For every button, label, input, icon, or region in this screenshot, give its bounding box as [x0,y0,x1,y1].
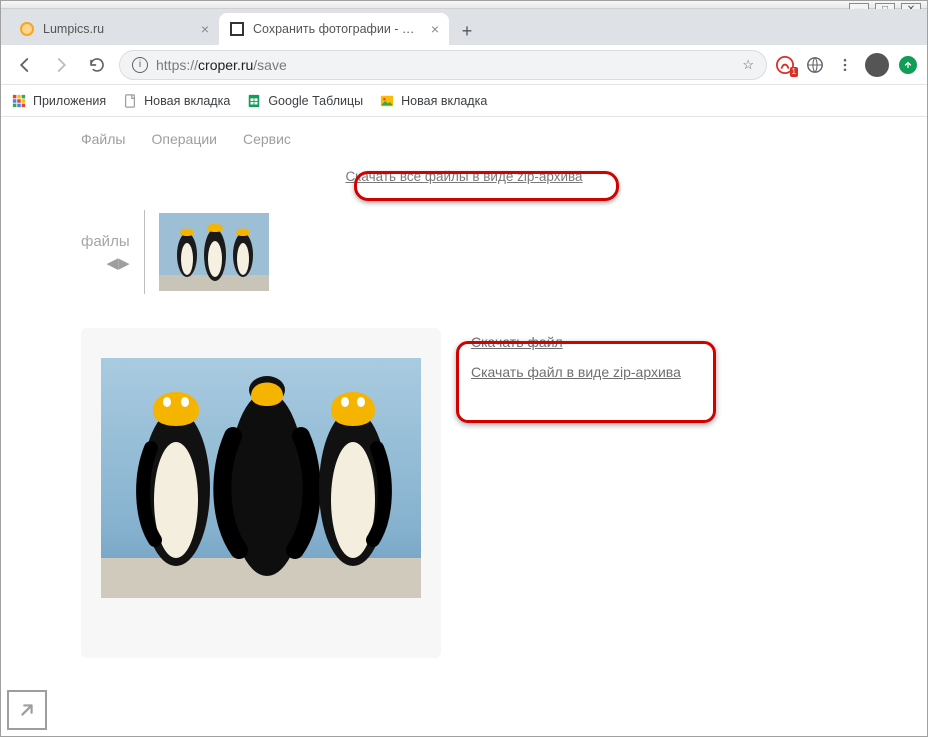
bookmark-star-icon[interactable]: ☆ [742,57,754,73]
adblock-icon[interactable] [775,55,795,75]
apps-grid-icon [11,93,27,109]
site-menu: Файлы Операции Сервис [1,117,927,161]
bookmark-newtab-2[interactable]: Новая вкладка [379,93,487,109]
download-file-zip-link[interactable]: Скачать файл в виде zip-архива [471,364,681,380]
forward-button[interactable] [47,51,75,79]
download-file-link[interactable]: Скачать файл [471,334,681,350]
bookmarks-bar: Приложения Новая вкладка Google Таблицы … [1,85,927,117]
penguins-thumbnail-icon [159,213,269,291]
divider [144,210,145,294]
close-tab-icon[interactable]: × [201,21,209,37]
bookmark-label: Новая вкладка [144,94,230,108]
tab-lumpics[interactable]: Lumpics.ru × [9,13,219,45]
profile-avatar[interactable] [865,53,889,77]
expand-arrow-icon[interactable] [7,690,47,730]
back-button[interactable] [11,51,39,79]
menu-service[interactable]: Сервис [243,131,291,147]
close-tab-icon[interactable]: × [431,21,439,37]
page-icon [122,93,138,109]
url-text: https://croper.ru/save [156,57,734,73]
reload-button[interactable] [83,51,111,79]
bookmark-label: Новая вкладка [401,94,487,108]
globe-icon[interactable] [805,55,825,75]
bookmark-newtab-1[interactable]: Новая вкладка [122,93,230,109]
apps-bookmark[interactable]: Приложения [11,93,106,109]
image-icon [379,93,395,109]
toolbar: i https://croper.ru/save ☆ [1,45,927,85]
tab-label: Сохранить фотографии - Онлайн [253,22,423,36]
penguins-image-icon [101,358,421,598]
new-tab-button[interactable]: + [453,17,481,45]
page-content: Файлы Операции Сервис Скачать все файлы … [1,117,927,736]
files-label: файлы [81,233,130,250]
browser-window: — □ ✕ Lumpics.ru × Сохранить фотографии … [0,0,928,737]
extension-icons [775,53,917,77]
bookmark-label: Приложения [33,94,106,108]
orange-slice-icon [19,21,35,37]
tabs-row: Lumpics.ru × Сохранить фотографии - Онла… [1,9,927,45]
main-image[interactable] [101,358,421,598]
address-bar[interactable]: i https://croper.ru/save ☆ [119,50,767,80]
bookmark-gsheets[interactable]: Google Таблицы [246,93,363,109]
files-prev-icon[interactable]: ◀ [107,254,119,272]
files-nav-arrows: ◀ ▶ [107,254,130,272]
main-area: Скачать файл Скачать файл в виде zip-арх… [1,328,927,658]
upload-icon[interactable] [899,56,917,74]
sheets-icon [246,93,262,109]
bookmark-label: Google Таблицы [268,94,363,108]
download-links: Скачать файл Скачать файл в виде zip-арх… [471,328,681,394]
title-bar [1,1,927,9]
menu-operations[interactable]: Операции [151,131,217,147]
tab-croper-save[interactable]: Сохранить фотографии - Онлайн × [219,13,449,45]
menu-files[interactable]: Файлы [81,131,125,147]
menu-dots-icon[interactable] [835,55,855,75]
file-thumbnail[interactable] [159,213,269,291]
files-next-icon[interactable]: ▶ [118,254,130,272]
files-strip: файлы ◀ ▶ [1,210,927,294]
crop-icon [229,21,245,37]
download-all-zip-link[interactable]: Скачать все файлы в виде zip-архива [331,163,596,190]
site-info-icon[interactable]: i [132,57,148,73]
tab-label: Lumpics.ru [43,22,193,36]
image-card [81,328,441,658]
